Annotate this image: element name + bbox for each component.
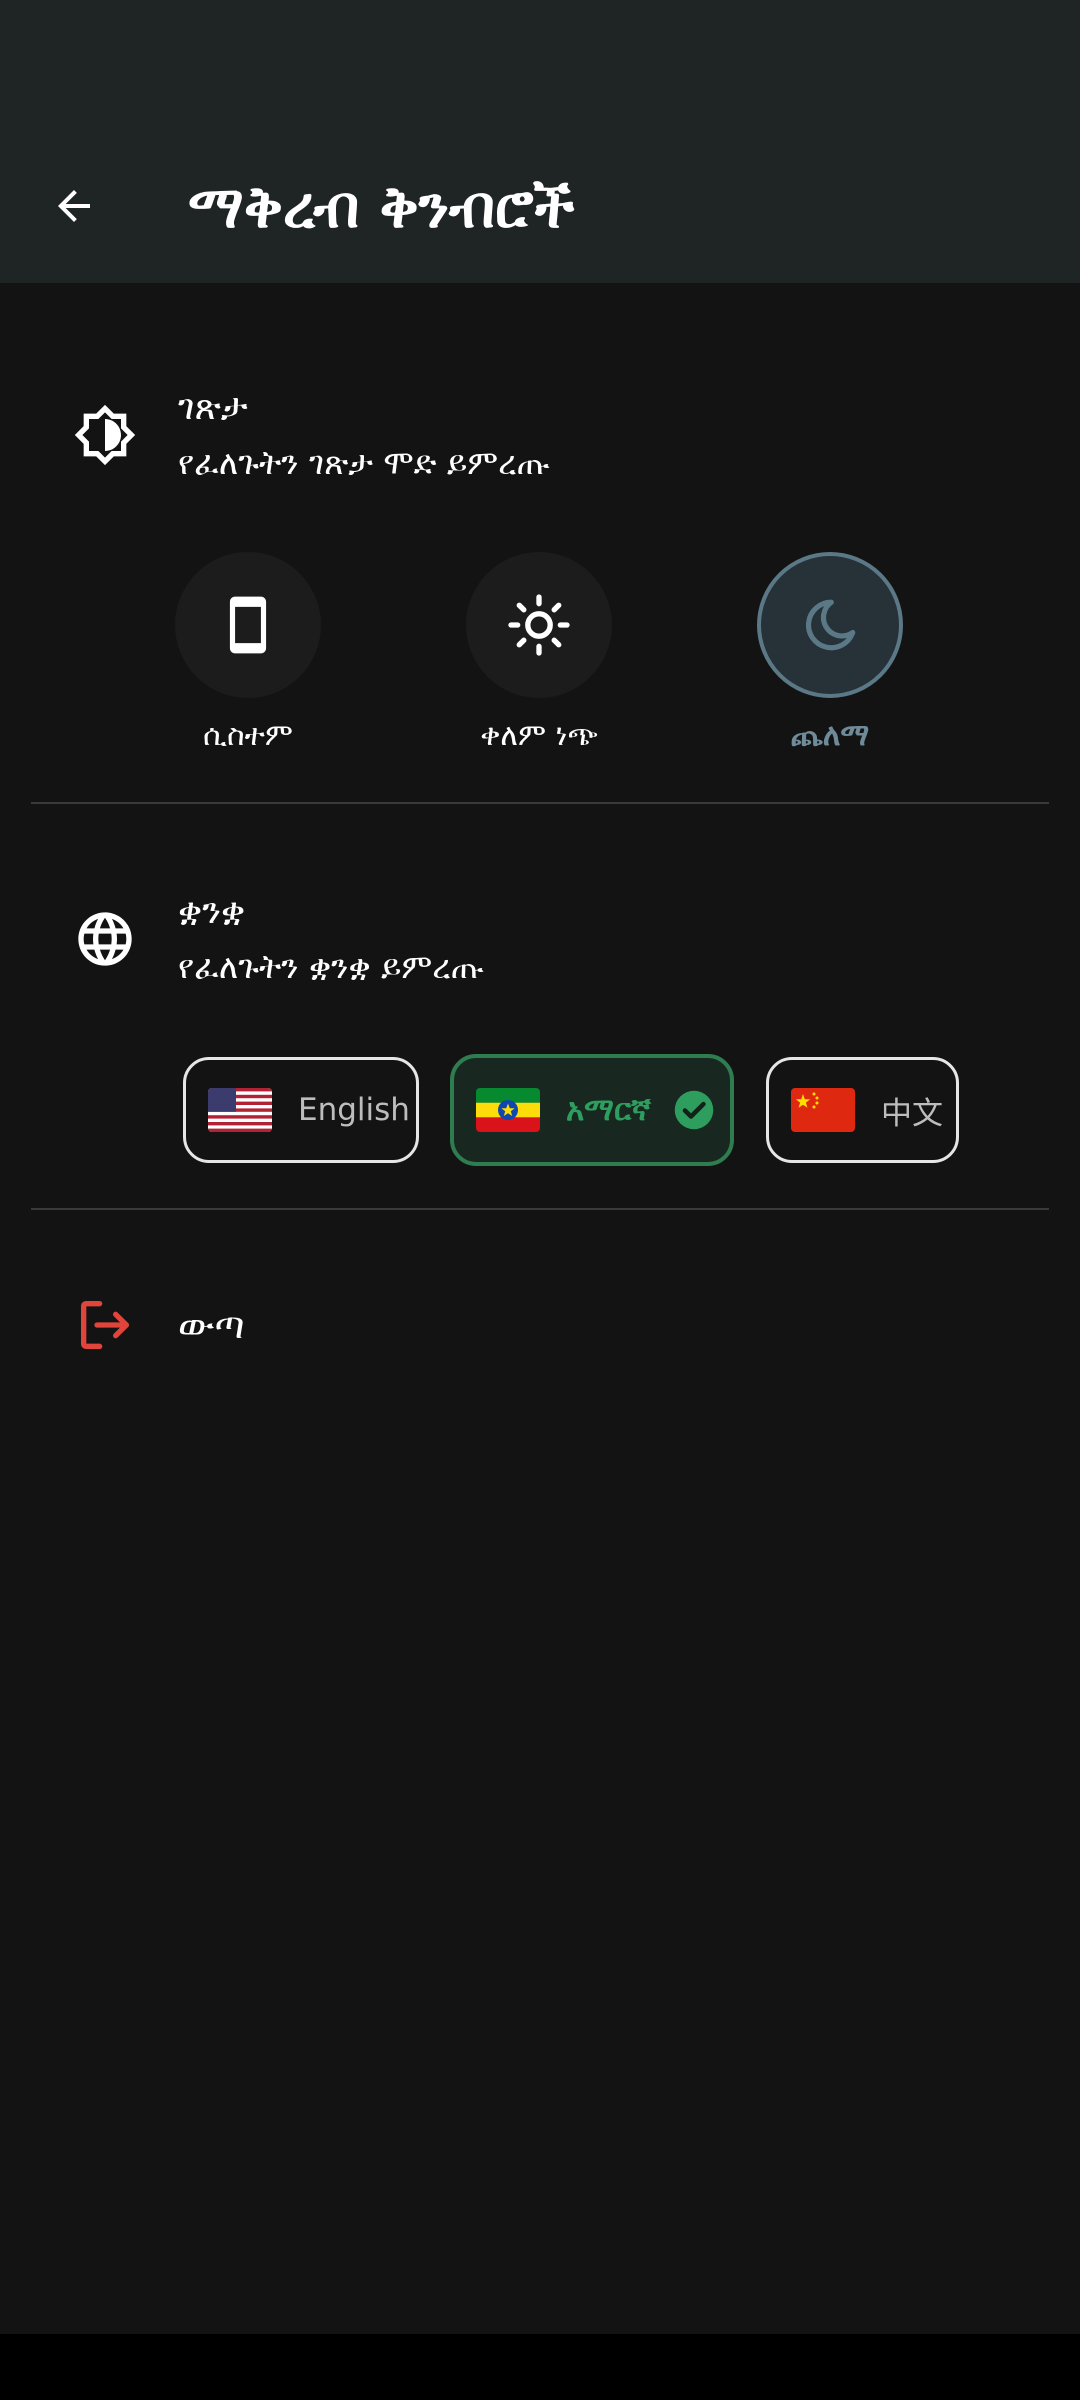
theme-section-title: ገጽታ (178, 387, 248, 428)
divider (31, 1208, 1049, 1210)
sun-icon (508, 594, 570, 656)
moon-icon (805, 599, 856, 651)
system-navigation-bar (0, 2334, 1080, 2400)
brightness-contrast-icon (74, 404, 136, 466)
theme-section-subtitle: የፈለጉትን ገጽታ ሞድ ይምረጡ (178, 443, 550, 482)
language-chip-amharic[interactable]: አማርኛ (450, 1054, 734, 1166)
logout-button[interactable]: ውጣ (0, 1270, 1080, 1380)
theme-light-button[interactable] (466, 552, 612, 698)
logout-label: ውጣ (178, 1303, 245, 1347)
check-circle-icon (674, 1090, 714, 1130)
arrow-back-icon (58, 190, 90, 222)
language-label-amharic: አማርኛ (566, 1091, 651, 1128)
language-label-chinese: 中文 (881, 1095, 943, 1132)
app-bar: ማቅረብ ቅንብሮች (0, 0, 1080, 283)
language-label-english: English (298, 1092, 410, 1128)
phone-icon (229, 596, 267, 654)
china-flag-icon (791, 1088, 855, 1132)
divider (31, 802, 1049, 804)
theme-system-button[interactable] (175, 552, 321, 698)
theme-system-label: ሲስተም (203, 718, 293, 753)
language-chip-english[interactable]: English (183, 1057, 419, 1163)
back-button[interactable] (38, 170, 110, 242)
theme-light-label: ቀለም ነጭ (480, 718, 598, 753)
language-chip-chinese[interactable]: 中文 (766, 1057, 959, 1163)
language-section-title: ቋንቋ (178, 891, 246, 932)
ethiopia-flag-icon (476, 1088, 540, 1132)
language-section-subtitle: የፈለጉትን ቋንቋ ይምረጡ (178, 947, 485, 986)
page-title: ማቅረብ ቅንብሮች (188, 173, 575, 241)
logout-icon (81, 1301, 129, 1349)
theme-dark-button[interactable] (757, 552, 903, 698)
globe-icon (78, 912, 132, 966)
us-flag-icon (208, 1088, 272, 1132)
theme-dark-label: ጨለማ (790, 718, 870, 753)
